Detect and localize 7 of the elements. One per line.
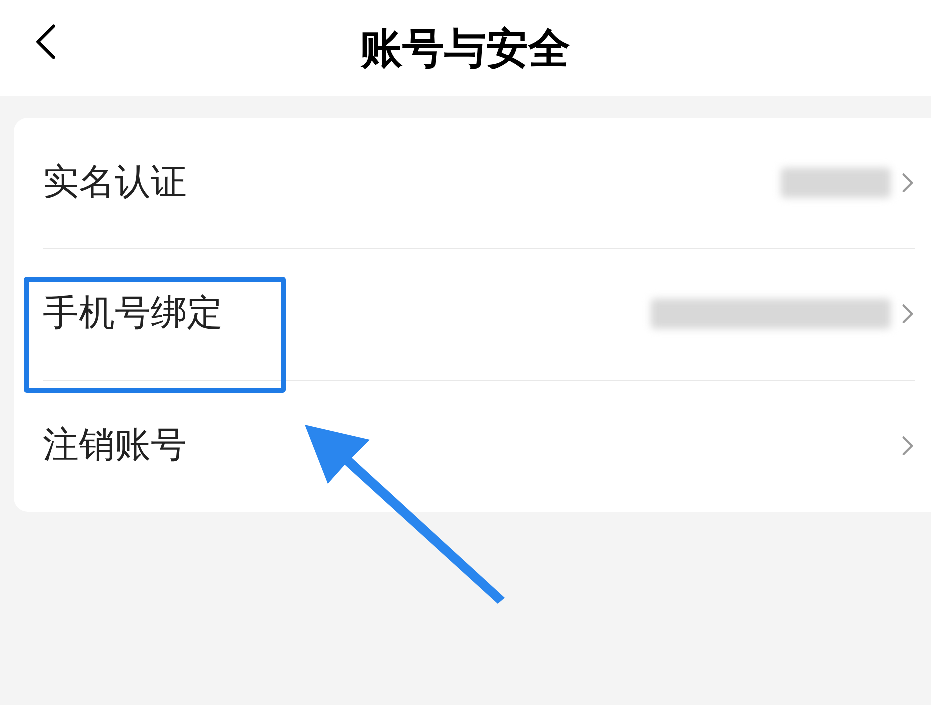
- row-label: 注销账号: [43, 424, 187, 468]
- row-label: 手机号绑定: [43, 292, 223, 336]
- settings-row[interactable]: 实名认证: [43, 118, 915, 250]
- page-title: 账号与安全: [360, 22, 570, 74]
- settings-row[interactable]: 注销账号: [43, 380, 915, 512]
- settings-row[interactable]: 手机号绑定: [43, 249, 915, 381]
- row-label: 实名认证: [43, 161, 187, 206]
